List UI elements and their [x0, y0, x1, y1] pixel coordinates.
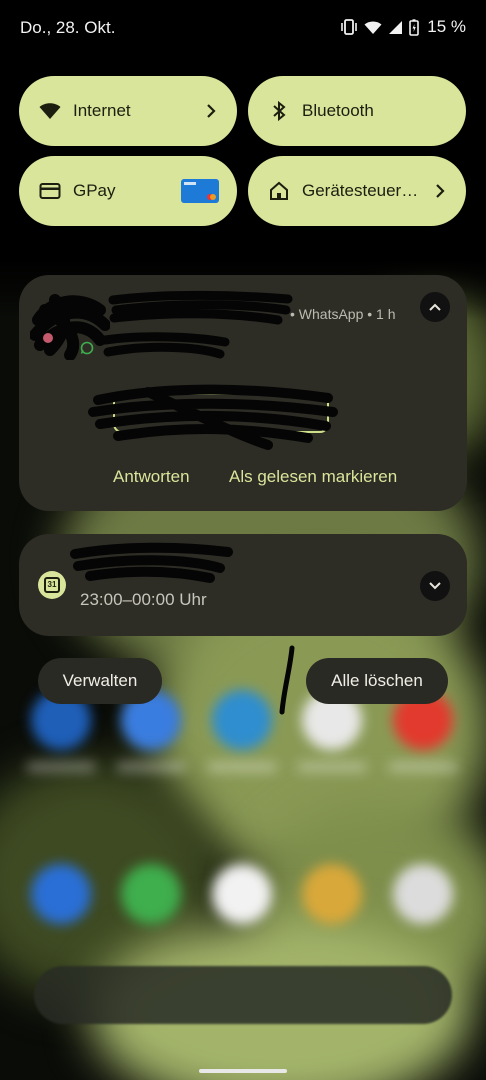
chevron-right-icon — [207, 104, 216, 118]
chevron-down-icon — [429, 582, 441, 590]
whatsapp-app-icon — [121, 864, 181, 924]
status-date: Do., 28. Okt. — [20, 18, 116, 37]
tile-bluetooth-label: Bluetooth — [302, 101, 374, 120]
redacted-message-body — [88, 384, 338, 450]
calendar-icon-date: 31 — [44, 577, 60, 593]
tile-bluetooth[interactable]: Bluetooth — [248, 76, 466, 146]
prime-app-icon — [212, 690, 272, 750]
chevron-right-icon — [436, 184, 445, 198]
redacted-avatar — [30, 294, 110, 360]
mark-as-read-action[interactable]: Als gelesen markieren — [229, 467, 397, 487]
battery-icon — [409, 18, 420, 36]
vibrate-icon — [341, 19, 358, 35]
signal-icon — [389, 20, 403, 34]
redacted-message-preview — [100, 332, 230, 359]
navigation-handle[interactable] — [199, 1069, 287, 1073]
wifi-icon — [39, 103, 61, 119]
card-icon — [39, 183, 61, 199]
phone-app-icon — [31, 864, 91, 924]
chrome-app-icon — [302, 864, 362, 924]
notification-meta: • WhatsApp • 1 h — [290, 306, 396, 322]
camera-app-icon — [393, 864, 453, 924]
search-bar-blurred — [34, 966, 452, 1024]
clear-all-button[interactable]: Alle löschen — [306, 658, 448, 704]
payment-card-thumbnail — [181, 179, 219, 203]
event-time: 23:00–00:00 Uhr — [80, 590, 207, 609]
scribble-mark — [279, 645, 295, 715]
tile-device-controls[interactable]: Gerätesteuer… — [248, 156, 466, 226]
expand-button[interactable] — [420, 571, 450, 601]
tile-internet-label: Internet — [73, 101, 131, 120]
whatsapp-icon — [80, 341, 94, 355]
tile-device-controls-label: Gerätesteuer… — [302, 181, 419, 200]
redacted-sender-name — [108, 290, 293, 325]
reply-action[interactable]: Antworten — [113, 467, 190, 487]
calendar-icon: 31 — [38, 571, 66, 599]
tile-internet[interactable]: Internet — [19, 76, 237, 146]
collapse-button[interactable] — [420, 292, 450, 322]
manage-button[interactable]: Verwalten — [38, 658, 162, 704]
wifi-icon — [364, 21, 382, 34]
home-icon — [270, 181, 288, 200]
tile-gpay[interactable]: GPay — [19, 156, 237, 226]
tile-gpay-label: GPay — [73, 181, 116, 200]
bluetooth-icon — [273, 100, 286, 122]
gmail-app-icon — [212, 864, 272, 924]
chevron-up-icon — [429, 303, 441, 311]
battery-percentage: 15 % — [427, 17, 466, 36]
status-icons: 15 % — [340, 17, 466, 37]
redacted-event-title — [70, 542, 233, 583]
status-bar: Do., 28. Okt. 15 % — [0, 0, 486, 56]
